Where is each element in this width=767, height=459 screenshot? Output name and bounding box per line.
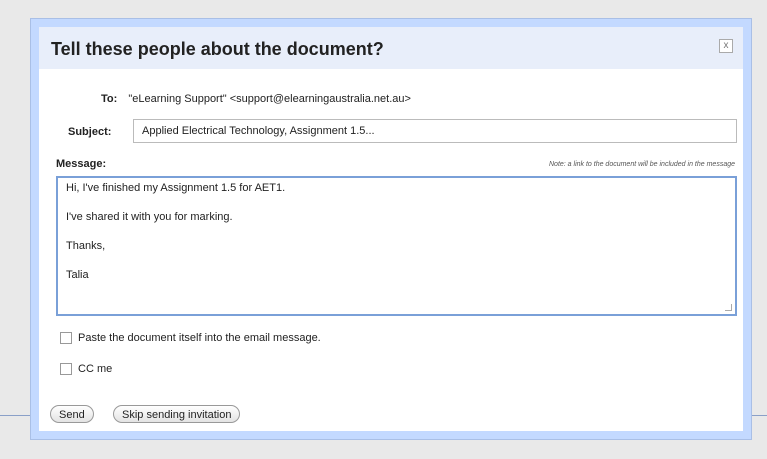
- to-label: To:: [101, 93, 118, 105]
- to-row: To: "eLearning Support" <support@elearni…: [101, 93, 411, 105]
- message-note: Note: a link to the document will be inc…: [549, 161, 735, 168]
- paste-document-option[interactable]: Paste the document itself into the email…: [60, 332, 321, 344]
- to-recipient: "eLearning Support" <support@elearningau…: [128, 93, 411, 105]
- message-line: Thanks,: [66, 240, 106, 252]
- paste-document-checkbox[interactable]: [60, 332, 72, 344]
- dialog-title: Tell these people about the document?: [51, 39, 384, 59]
- message-line: I've shared it with you for marking.: [66, 211, 233, 223]
- skip-sending-button[interactable]: Skip sending invitation: [113, 405, 241, 423]
- dialog-title-bar: Tell these people about the document? x: [39, 27, 743, 69]
- paste-document-label: Paste the document itself into the email…: [78, 332, 321, 344]
- message-label: Message:: [56, 158, 107, 170]
- cc-me-option[interactable]: CC me: [60, 363, 112, 375]
- message-line: Hi, I've finished my Assignment 1.5 for …: [66, 182, 286, 194]
- close-icon[interactable]: x: [719, 39, 733, 53]
- share-notification-dialog: Tell these people about the document? x …: [30, 18, 752, 440]
- dialog-body: Tell these people about the document? x …: [39, 27, 743, 431]
- subject-label: Subject:: [68, 126, 112, 138]
- message-line: Talia: [66, 269, 89, 281]
- cc-me-checkbox[interactable]: [60, 363, 72, 375]
- send-button[interactable]: Send: [50, 405, 94, 423]
- resize-handle-icon[interactable]: [725, 304, 732, 311]
- message-textarea[interactable]: Hi, I've finished my Assignment 1.5 for …: [56, 176, 737, 316]
- subject-input[interactable]: Applied Electrical Technology, Assignmen…: [133, 119, 737, 143]
- cc-me-label: CC me: [78, 363, 113, 375]
